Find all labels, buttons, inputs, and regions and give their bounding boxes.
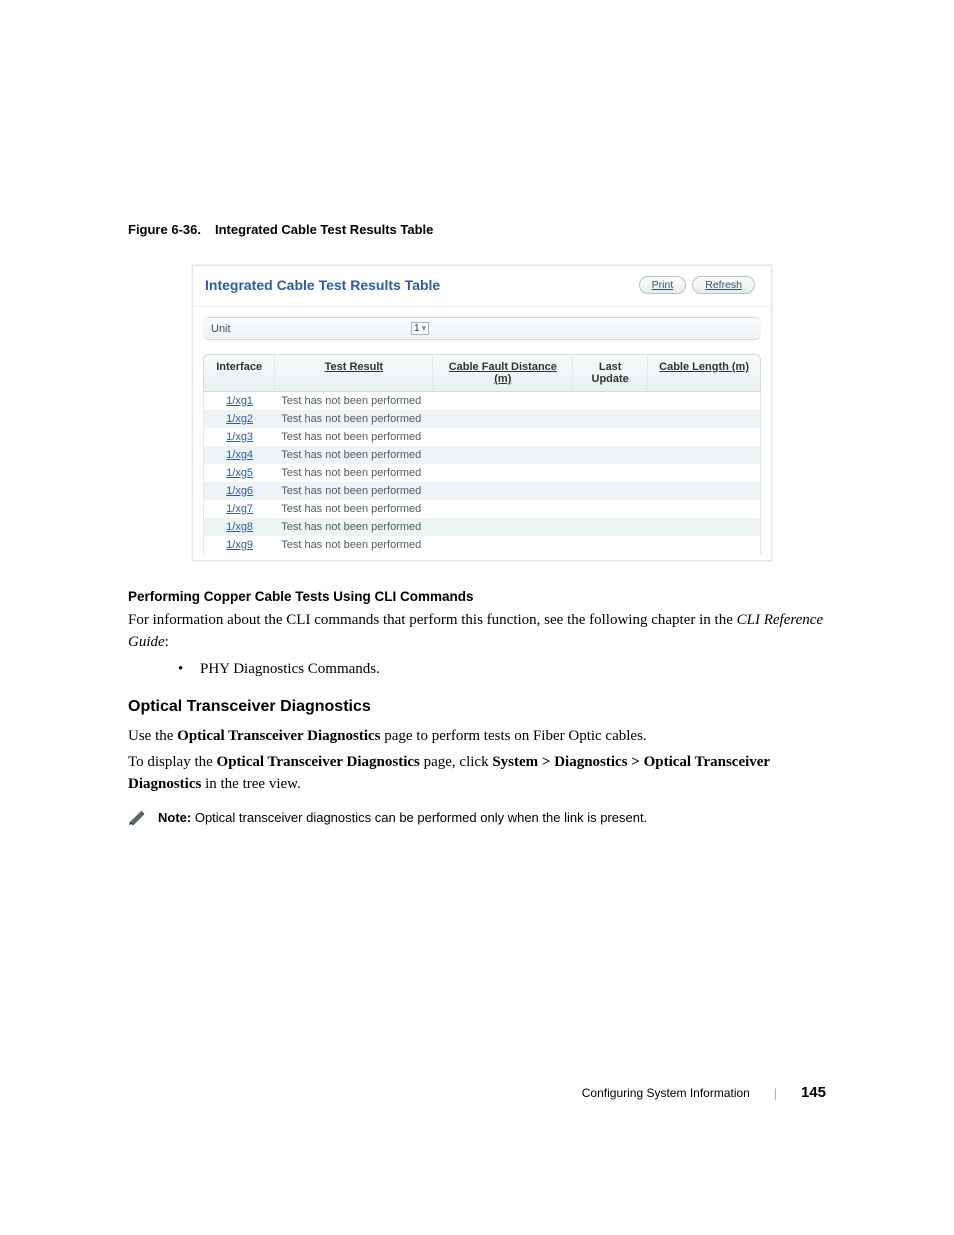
note-text: Note: Optical transceiver diagnostics ca… [158, 809, 647, 827]
col-length: Cable Length (m) [648, 355, 760, 391]
interface-link[interactable]: 1/xg4 [204, 446, 275, 464]
paragraph-optical-1: Use the Optical Transceiver Diagnostics … [128, 726, 826, 748]
table-row: 1/xg3Test has not been performed [203, 428, 761, 446]
interface-link[interactable]: 1/xg2 [204, 410, 275, 428]
distance-cell [433, 446, 573, 464]
interface-link[interactable]: 1/xg5 [204, 464, 275, 482]
table-header: Interface Test Result Cable Fault Distan… [203, 354, 761, 392]
col-distance: Cable Fault Distance (m) [433, 355, 573, 391]
footer-divider: | [774, 1086, 777, 1100]
length-cell [648, 410, 760, 428]
distance-cell [433, 464, 573, 482]
screenshot-panel: Integrated Cable Test Results Table Prin… [192, 265, 772, 561]
table-row: 1/xg9Test has not been performed [203, 536, 761, 554]
update-cell [573, 410, 648, 428]
table-row: 1/xg8Test has not been performed [203, 518, 761, 536]
interface-link[interactable]: 1/xg1 [204, 392, 275, 410]
interface-link[interactable]: 1/xg7 [204, 500, 275, 518]
update-cell [573, 464, 648, 482]
unit-value: 1 [414, 323, 420, 334]
update-cell [573, 536, 648, 554]
result-cell: Test has not been performed [275, 392, 433, 410]
note-label: Note: [158, 810, 191, 825]
length-cell [648, 428, 760, 446]
panel-header: Integrated Cable Test Results Table Prin… [193, 266, 771, 307]
length-cell [648, 518, 760, 536]
length-cell [648, 536, 760, 554]
note: Note: Optical transceiver diagnostics ca… [128, 809, 826, 827]
note-body: Optical transceiver diagnostics can be p… [191, 810, 647, 825]
update-cell [573, 482, 648, 500]
distance-cell [433, 518, 573, 536]
table-row: 1/xg4Test has not been performed [203, 446, 761, 464]
result-cell: Test has not been performed [275, 536, 433, 554]
figure-label: Figure 6-36. [128, 222, 201, 237]
panel-title: Integrated Cable Test Results Table [205, 277, 639, 293]
col-result: Test Result [275, 355, 433, 391]
update-cell [573, 428, 648, 446]
length-cell [648, 500, 760, 518]
col-interface: Interface [204, 355, 275, 391]
page-number: 145 [801, 1084, 826, 1101]
update-cell [573, 392, 648, 410]
distance-cell [433, 392, 573, 410]
page-footer: Configuring System Information | 145 [582, 1084, 826, 1101]
section-optical: Optical Transceiver Diagnostics [128, 698, 826, 716]
distance-cell [433, 500, 573, 518]
table-row: 1/xg6Test has not been performed [203, 482, 761, 500]
results-table: Interface Test Result Cable Fault Distan… [203, 354, 761, 554]
result-cell: Test has not been performed [275, 410, 433, 428]
table-row: 1/xg2Test has not been performed [203, 410, 761, 428]
unit-select[interactable]: 1 ▾ [411, 322, 429, 335]
update-cell [573, 518, 648, 536]
note-icon [128, 809, 146, 825]
result-cell: Test has not been performed [275, 428, 433, 446]
bullet-text: PHY Diagnostics Commands. [200, 658, 380, 681]
unit-label: Unit [211, 323, 411, 335]
paragraph-cli: For information about the CLI commands t… [128, 610, 826, 654]
distance-cell [433, 482, 573, 500]
print-button[interactable]: Print [639, 276, 687, 294]
subheading-cli: Performing Copper Cable Tests Using CLI … [128, 589, 826, 604]
refresh-button[interactable]: Refresh [692, 276, 755, 294]
paragraph-optical-2: To display the Optical Transceiver Diagn… [128, 752, 826, 796]
col-update: Last Update [573, 355, 648, 391]
update-cell [573, 446, 648, 464]
bullet-list: • PHY Diagnostics Commands. [128, 658, 826, 681]
interface-link[interactable]: 1/xg3 [204, 428, 275, 446]
length-cell [648, 482, 760, 500]
interface-link[interactable]: 1/xg8 [204, 518, 275, 536]
result-cell: Test has not been performed [275, 500, 433, 518]
figure-title: Integrated Cable Test Results Table [215, 222, 433, 237]
footer-section: Configuring System Information [582, 1086, 750, 1100]
list-item: • PHY Diagnostics Commands. [178, 658, 826, 681]
length-cell [648, 392, 760, 410]
figure-caption: Figure 6-36. Integrated Cable Test Result… [128, 222, 826, 237]
update-cell [573, 500, 648, 518]
distance-cell [433, 428, 573, 446]
unit-bar: Unit 1 ▾ [203, 317, 761, 340]
interface-link[interactable]: 1/xg9 [204, 536, 275, 554]
chevron-down-icon: ▾ [422, 323, 427, 334]
result-cell: Test has not been performed [275, 464, 433, 482]
result-cell: Test has not been performed [275, 518, 433, 536]
distance-cell [433, 410, 573, 428]
table-row: 1/xg7Test has not been performed [203, 500, 761, 518]
distance-cell [433, 536, 573, 554]
result-cell: Test has not been performed [275, 446, 433, 464]
result-cell: Test has not been performed [275, 482, 433, 500]
bullet-icon: • [178, 658, 200, 681]
table-row: 1/xg5Test has not been performed [203, 464, 761, 482]
table-row: 1/xg1Test has not been performed [203, 392, 761, 410]
length-cell [648, 464, 760, 482]
interface-link[interactable]: 1/xg6 [204, 482, 275, 500]
length-cell [648, 446, 760, 464]
